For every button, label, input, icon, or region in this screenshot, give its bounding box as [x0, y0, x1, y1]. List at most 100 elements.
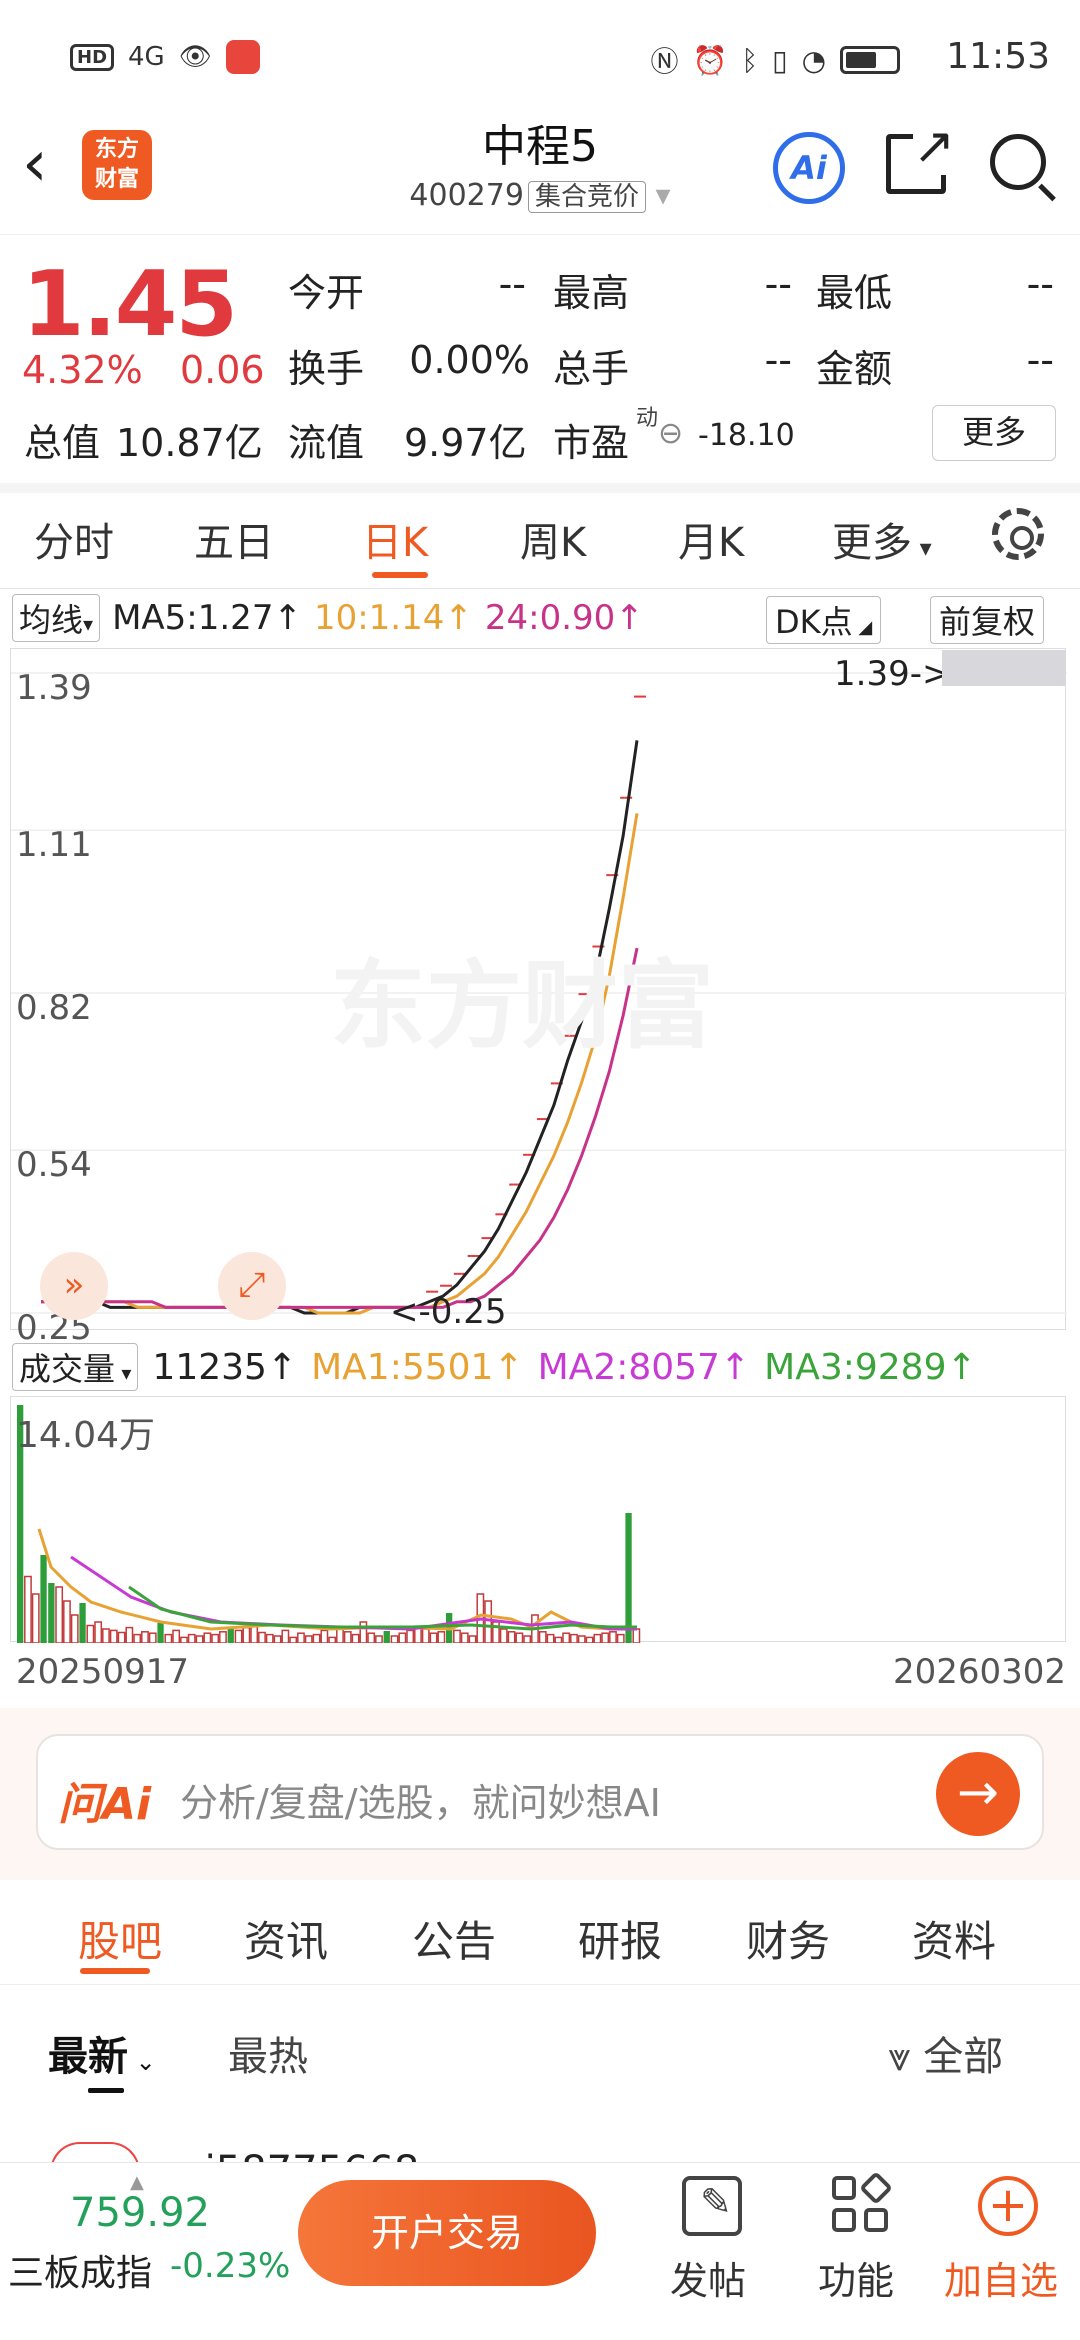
volume-bar	[398, 1632, 407, 1644]
subtab-forum[interactable]: 股吧	[78, 1908, 162, 1969]
dk-point-button[interactable]: DK点 ◢	[766, 596, 882, 644]
high-value: --	[764, 262, 792, 306]
volume-ma2: MA2:8057↑	[537, 1346, 751, 1388]
tab-daily-k[interactable]: 日K	[362, 510, 428, 568]
candle-mark	[485, 1237, 490, 1240]
watermark: 东方财富	[330, 950, 714, 1062]
edit-post-icon[interactable]: ✎	[682, 2176, 742, 2236]
index-value[interactable]: 759.92	[70, 2190, 210, 2236]
volume-bar	[141, 1631, 149, 1644]
volume-bar	[343, 1631, 352, 1644]
subtab-notice[interactable]: 公告	[412, 1908, 496, 1969]
volume-bar	[585, 1636, 594, 1644]
add-watchlist-label[interactable]: 加自选	[944, 2250, 1058, 2305]
volume-bar	[258, 1631, 266, 1644]
open-account-button[interactable]: 开户交易	[298, 2180, 596, 2286]
volume-bar	[523, 1635, 532, 1644]
high-label: 最高	[553, 271, 630, 315]
subtab-research[interactable]: 研报	[578, 1908, 662, 1969]
status-left-icons: HD 4G 👁	[70, 40, 260, 74]
caret-down-icon[interactable]: ▾	[646, 178, 671, 213]
volume-selector-caret-icon: ▾	[115, 1361, 132, 1385]
candle-mark	[554, 1082, 559, 1085]
y-tick-label: 1.39	[16, 668, 92, 708]
subtab-finance[interactable]: 财务	[746, 1908, 830, 1969]
share-icon[interactable]	[886, 117, 955, 194]
volume-bar	[421, 1628, 430, 1644]
search-icon[interactable]	[990, 134, 1046, 190]
sort-hot[interactable]: 最热	[228, 2024, 308, 2082]
float-cap-label: 流值	[288, 421, 365, 465]
volume-bar	[562, 1632, 571, 1644]
post-author-peek[interactable]: zyi58775668	[160, 2148, 419, 2162]
candle-mark	[453, 1272, 458, 1275]
tab-five-day[interactable]: 五日	[194, 510, 274, 568]
volume-max-label: 14.04万	[16, 1415, 156, 1456]
volume-bar	[234, 1629, 243, 1644]
volume-bar	[242, 1626, 251, 1644]
ai-logo: 问Ai	[58, 1779, 152, 1830]
low-annotation: <-0.25	[390, 1292, 507, 1332]
ma-selector[interactable]: 均线▾	[12, 594, 101, 642]
fullscreen-icon[interactable]: ⤢	[218, 1252, 286, 1320]
stock-header: ‹ 东方财富 中程5 400279 集合竞价 ▾ Ai	[0, 110, 1080, 235]
add-watchlist-icon[interactable]: +	[978, 2176, 1038, 2236]
tab-weekly-k[interactable]: 周K	[520, 510, 586, 568]
candle-mark	[471, 1254, 476, 1257]
nfc-icon: Ⓝ	[650, 45, 679, 78]
volume-bar	[125, 1626, 134, 1644]
subtab-divider	[0, 1984, 1080, 1985]
tab-divider	[0, 588, 1080, 589]
subtab-profile[interactable]: 资料	[912, 1908, 996, 1969]
high-annotation: 1.39->	[834, 654, 951, 694]
volume-bar	[148, 1632, 157, 1644]
candle-mark	[457, 1272, 462, 1275]
volume-bar	[554, 1636, 563, 1644]
volume-bar	[297, 1632, 305, 1644]
volume-bar	[31, 1593, 40, 1644]
arrow-right-icon[interactable]: →	[936, 1752, 1020, 1836]
volume-label: 总手	[553, 347, 630, 391]
sort-latest[interactable]: 最新 ⌄	[48, 2024, 156, 2082]
volume-bar	[195, 1635, 204, 1644]
filter-all[interactable]: ⩔ 全部	[888, 2024, 1003, 2082]
expand-left-icon[interactable]: »	[40, 1252, 108, 1320]
volume-bar	[546, 1633, 555, 1644]
ma-selector-caret-icon: ▾	[83, 612, 94, 636]
tab-intraday[interactable]: 分时	[34, 510, 114, 568]
volume-bar	[94, 1621, 103, 1644]
candle-mark	[527, 1153, 532, 1156]
subtab-news[interactable]: 资讯	[244, 1908, 328, 1969]
stock-code: 400279	[409, 178, 524, 213]
volume-bar	[336, 1628, 344, 1644]
volume-selector[interactable]: 成交量 ▾	[12, 1343, 139, 1391]
candle-mark	[634, 695, 638, 698]
function-grid-icon[interactable]	[832, 2171, 893, 2236]
ma-selector-label: 均线	[19, 601, 84, 639]
tab-more[interactable]: 更多 ▾	[832, 510, 932, 568]
pe-label: 市盈	[553, 421, 630, 465]
more-quote-button[interactable]: 更多	[932, 405, 1056, 461]
volume-bar	[289, 1636, 298, 1644]
candle-mark	[509, 1183, 514, 1186]
ai-button[interactable]: Ai	[773, 132, 845, 204]
tab-monthly-k[interactable]: 月K	[678, 510, 744, 568]
post-label[interactable]: 发帖	[670, 2250, 746, 2305]
amount-value: --	[1026, 338, 1054, 382]
volume-chart[interactable]	[10, 1396, 1066, 1644]
function-label[interactable]: 功能	[818, 2250, 894, 2305]
pe-info-icon[interactable]: ⊖	[658, 416, 683, 451]
volume-bar	[227, 1627, 234, 1643]
price-highlight	[942, 650, 1066, 686]
volume-bar	[281, 1629, 290, 1644]
dk-point-label: DK点	[775, 603, 853, 641]
adjust-forward-button[interactable]: 前复权	[930, 596, 1045, 644]
change-amount: 0.06	[180, 348, 265, 392]
volume-bar	[601, 1632, 610, 1644]
volume-bar	[515, 1632, 524, 1644]
settings-gear-icon[interactable]	[992, 508, 1044, 560]
volume-bar	[390, 1635, 399, 1644]
auction-tag[interactable]: 集合竞价	[527, 181, 646, 213]
active-tab-indicator	[372, 572, 428, 578]
index-name[interactable]: 三板成指	[8, 2244, 152, 2296]
